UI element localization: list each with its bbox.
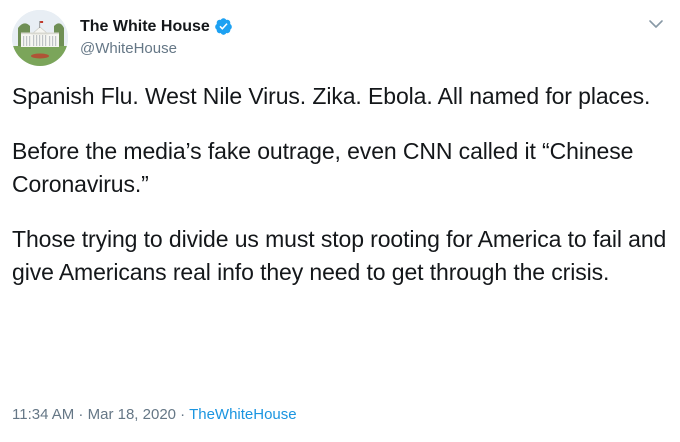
tweet-paragraph: Spanish Flu. West Nile Virus. Zika. Ebol…: [12, 83, 651, 109]
meta-separator: ·: [74, 406, 88, 423]
verified-badge-icon: [214, 17, 233, 36]
account-names: The White House @WhiteHouse: [80, 17, 233, 60]
chevron-down-icon[interactable]: [646, 14, 666, 34]
tweet-paragraph: Those trying to divide us must stop root…: [12, 226, 667, 285]
tweet-metadata: 11:34 AM · Mar 18, 2020 · TheWhiteHouse: [12, 405, 297, 425]
tweet-header: The White House @WhiteHouse: [12, 10, 233, 66]
user-handle[interactable]: @WhiteHouse: [80, 38, 233, 60]
tweet-source-link[interactable]: TheWhiteHouse: [189, 406, 297, 423]
avatar[interactable]: [12, 10, 68, 66]
display-name[interactable]: The White House: [80, 17, 210, 37]
tweet-paragraph: Before the media’s fake outrage, even CN…: [12, 138, 634, 197]
tweet-card: The White House @WhiteHouse Spanish Flu.…: [0, 0, 680, 442]
tweet-time[interactable]: 11:34 AM: [12, 406, 74, 423]
tweet-date[interactable]: Mar 18, 2020: [88, 406, 176, 423]
display-name-row[interactable]: The White House: [80, 17, 233, 37]
tweet-text: Spanish Flu. West Nile Virus. Zika. Ebol…: [12, 80, 668, 289]
meta-separator: ·: [176, 406, 190, 423]
white-house-logo-icon: [12, 10, 68, 66]
